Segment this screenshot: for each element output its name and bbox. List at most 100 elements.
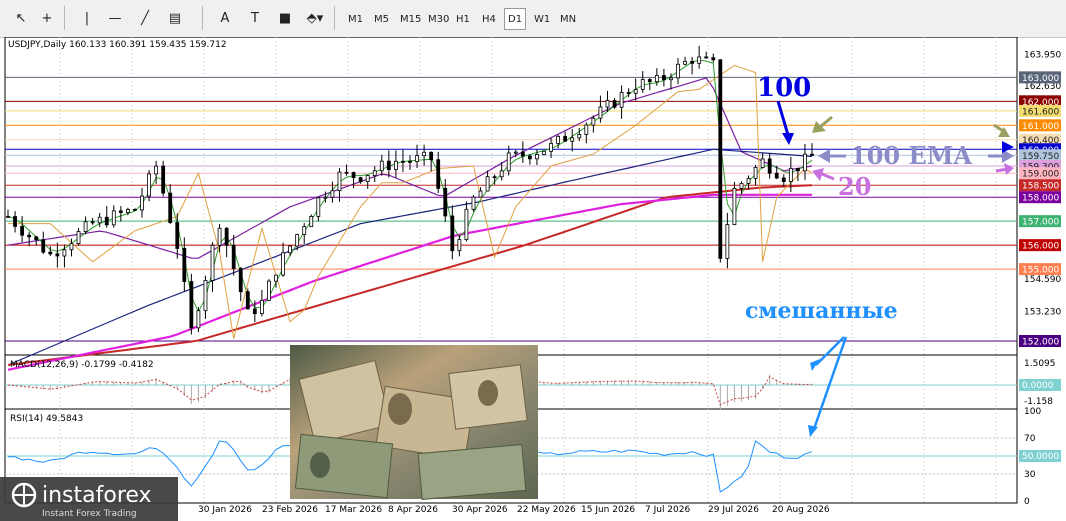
date-label: 22 May 2026	[517, 505, 576, 515]
candle-body	[203, 279, 208, 312]
annotations: 100 100 EMA 20 смешанные	[745, 73, 1014, 437]
timeframe-mn[interactable]: MN	[556, 8, 580, 30]
sma-fast-line	[7, 59, 813, 313]
candle-body	[238, 268, 243, 293]
toolbar-separator	[64, 6, 65, 30]
candle-body	[577, 134, 582, 139]
candle-body	[323, 196, 328, 199]
text-tool-icon[interactable]: A	[214, 8, 236, 28]
fibonacci-icon[interactable]: ▤	[164, 8, 186, 28]
candle-body	[542, 150, 546, 155]
date-label: 30 Jan 2026	[198, 505, 252, 515]
candle-body	[471, 196, 476, 210]
timeframe-w1[interactable]: W1	[530, 8, 554, 30]
timeframe-h1[interactable]: H1	[452, 8, 474, 30]
candle-body	[753, 167, 758, 179]
candle-body	[337, 171, 342, 192]
candle-body	[111, 210, 116, 226]
price-axis-label: 153.230	[1024, 308, 1061, 318]
price-tag-label: 161.000	[1022, 122, 1059, 132]
candle-body	[196, 310, 201, 329]
candle-body	[443, 188, 448, 217]
cursor-icon[interactable]: ↖	[10, 8, 32, 28]
candle-body	[422, 151, 427, 157]
date-label: 29 Jul 2026	[708, 505, 759, 515]
watermark-subtext: Instant Forex Trading	[42, 509, 137, 519]
candle-body	[520, 151, 525, 157]
sma-50-line	[8, 64, 813, 339]
candle-body	[231, 244, 236, 269]
timeframe-m15[interactable]: M15	[396, 8, 425, 30]
macd-axis-label: 0.0000	[1022, 381, 1054, 391]
date-label: 23 Feb 2026	[262, 505, 318, 515]
timeframe-m30[interactable]: M30	[424, 8, 453, 30]
timeframe-h4[interactable]: H4	[478, 8, 500, 30]
timeframe-m5[interactable]: M5	[370, 8, 393, 30]
candle-body	[711, 57, 716, 61]
date-label: 30 Apr 2026	[452, 505, 508, 515]
vertical-line-icon[interactable]: |	[76, 8, 98, 28]
arrows-icon[interactable]: ⬘▾	[304, 8, 326, 28]
candle-body	[118, 210, 123, 213]
candle-body	[810, 153, 814, 156]
candle-body	[535, 154, 539, 160]
arrow-down-left-icon	[810, 359, 820, 371]
candle-body	[556, 135, 561, 144]
candle-body	[41, 239, 46, 253]
date-label: 17 Mar 2026	[325, 505, 382, 515]
candle-body	[683, 60, 687, 65]
candle-body	[549, 142, 553, 152]
candle-body	[492, 176, 497, 179]
candle-body	[309, 216, 314, 228]
candle-body	[697, 56, 702, 64]
candle-body	[154, 165, 159, 175]
candle-body	[676, 63, 680, 79]
candle-body	[274, 274, 278, 282]
rsi-axis-label: 100	[1024, 407, 1041, 417]
candle-body	[224, 227, 229, 246]
crosshair-icon[interactable]: +	[36, 8, 58, 28]
candle-body	[654, 75, 659, 83]
candle-body	[464, 208, 469, 240]
price-chart[interactable]: USDJPY,Daily 160.133 160.391 159.435 159…	[0, 37, 1066, 521]
candle-body	[746, 177, 751, 184]
trendline-icon[interactable]: ╱	[134, 8, 156, 28]
candle-body	[788, 167, 793, 182]
chart-toolbar: ↖ + | — ╱ ▤ A T ■ ⬘▾ M1 M5 M15 M30 H1 H4 D1 W1 MN	[0, 0, 1066, 38]
candle-body	[140, 195, 144, 211]
toolbar-separator	[334, 6, 335, 30]
rsi-axis-label: 70	[1024, 434, 1036, 444]
rectangle-icon[interactable]: ■	[274, 8, 296, 28]
candle-body	[781, 177, 786, 182]
watermark-text: instaforex	[42, 483, 152, 508]
candle-body	[563, 135, 568, 142]
candle-body	[83, 221, 88, 232]
candle-body	[732, 187, 737, 225]
timeframe-d1[interactable]: D1	[504, 8, 527, 30]
candle-body	[182, 248, 187, 282]
candle-body	[217, 227, 222, 246]
candle-body	[803, 153, 807, 172]
candle-body	[365, 175, 370, 183]
candle-body	[295, 234, 300, 247]
price-tags: 163.000162.000161.600161.000160.400160.0…	[1019, 71, 1061, 348]
macd-axis-label: -1.158	[1024, 397, 1053, 407]
candle-body	[619, 92, 624, 108]
candle-body	[718, 59, 723, 259]
rsi-axis-label: 30	[1024, 470, 1036, 480]
candle-body	[48, 251, 53, 255]
candle-body	[774, 172, 779, 179]
candle-body	[429, 151, 434, 161]
candle-body	[316, 197, 321, 217]
macd-label: MACD(12,26,9) -0.1799 -0.4182	[10, 360, 154, 370]
candle-body	[210, 244, 215, 281]
candle-body	[175, 222, 180, 249]
candle-body	[189, 281, 194, 329]
horizontal-line-icon[interactable]: —	[104, 8, 126, 28]
timeframe-m1[interactable]: M1	[344, 8, 367, 30]
candle-body	[795, 167, 800, 172]
candle-body	[506, 152, 511, 172]
candle-body	[457, 239, 462, 252]
text-label-icon[interactable]: T	[244, 8, 266, 28]
candle-body	[252, 308, 257, 315]
